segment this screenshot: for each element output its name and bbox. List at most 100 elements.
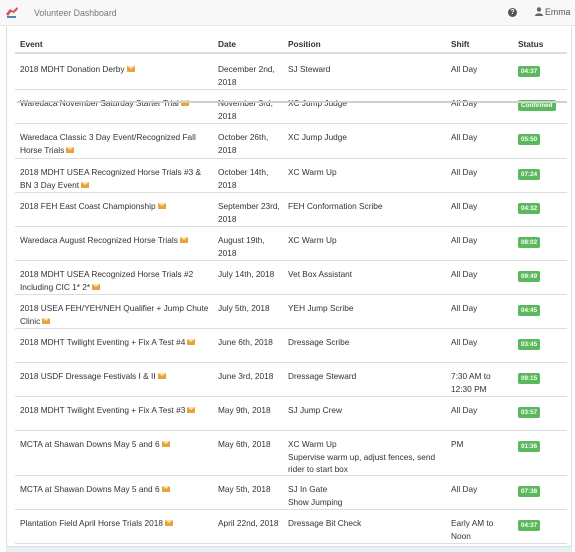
- column-header-status: Status: [518, 39, 544, 49]
- status-cell: 01:36: [518, 439, 541, 452]
- event-name[interactable]: 2018 MDHT USEA Recognized Horse Trials #…: [20, 167, 201, 190]
- mail-icon[interactable]: [161, 441, 170, 447]
- shift-cell: 7:30 AM to 12:30 PM: [451, 371, 491, 394]
- status-badge: 09:49: [518, 271, 541, 282]
- status-cell: 07:38: [518, 484, 541, 497]
- shift-cell: All Day: [451, 64, 478, 74]
- position-cell: FEH Conformation Scribe: [288, 200, 448, 213]
- event-cell: MCTA at Shawan Downs May 5 and 6: [20, 483, 210, 496]
- date-cell: May 6th, 2018: [218, 439, 271, 449]
- status-cell: 03:45: [518, 337, 541, 350]
- shift-cell: Early AM to Noon: [451, 518, 494, 541]
- status-badge: 04:37: [518, 66, 541, 77]
- brand-title[interactable]: Volunteer Dashboard: [34, 8, 117, 18]
- status-cell: 09:15: [518, 371, 541, 384]
- event-cell: Waredaca Classic 3 Day Event/Recognized …: [20, 131, 210, 156]
- help-icon[interactable]: ?: [508, 8, 517, 17]
- date-cell: December 2nd, 2018: [218, 64, 275, 87]
- event-cell: 2018 USEA FEH/YEH/NEH Qualifier + Jump C…: [20, 302, 210, 327]
- status-cell: 07:24: [518, 167, 541, 180]
- mail-icon[interactable]: [187, 407, 196, 413]
- mail-icon[interactable]: [161, 486, 170, 492]
- shift-cell: All Day: [451, 167, 478, 177]
- table-row: MCTA at Shawan Downs May 5 and 6 May 6th,…: [15, 431, 567, 476]
- position-cell: XC Warm Up: [288, 166, 448, 179]
- table-row: 2018 MDHT USEA Recognized Horse Trials #…: [15, 159, 567, 193]
- position-cell: Dressage Steward: [288, 370, 448, 383]
- position-note: Supervise warm up, adjust fences, send r…: [288, 451, 436, 475]
- date-cell: September 23rd, 2018: [218, 201, 280, 224]
- event-cell: Waredaca August Recognized Horse Trials: [20, 234, 210, 247]
- status-badge: 08:02: [518, 237, 541, 248]
- mail-icon[interactable]: [66, 146, 75, 153]
- date-cell: July 14th, 2018: [218, 269, 275, 279]
- shift-cell: All Day: [451, 484, 478, 494]
- event-name[interactable]: 2018 MDHT Donation Derby: [20, 64, 125, 74]
- position-name: XC Warm Up: [288, 235, 337, 245]
- event-cell: 2018 MDHT Twilight Eventing + Fix A Test…: [20, 404, 210, 417]
- date-cell: April 22nd, 2018: [218, 518, 279, 528]
- event-cell: Plantation Field April Horse Trials 2018: [20, 517, 210, 530]
- event-name[interactable]: Waredaca August Recognized Horse Trials: [20, 235, 178, 245]
- column-header-date: Date: [218, 39, 236, 49]
- status-badge: 07:24: [518, 169, 541, 180]
- status-badge: 01:36: [518, 441, 541, 452]
- mail-icon[interactable]: [157, 373, 166, 379]
- table-row: 2018 MDHT Twilight Eventing + Fix A Test…: [15, 329, 567, 363]
- status-cell: 04:45: [518, 303, 541, 316]
- position-name: Dressage Steward: [288, 371, 357, 381]
- user-menu[interactable]: Emma: [535, 7, 570, 17]
- date-cell: October 26th, 2018: [218, 132, 269, 155]
- date-cell: August 19th, 2018: [218, 235, 265, 258]
- status-cell: 08:02: [518, 235, 541, 248]
- status-cell: 04:37: [518, 518, 541, 531]
- event-name[interactable]: MCTA at Shawan Downs May 5 and 6: [20, 484, 160, 494]
- footer-strip: [6, 547, 572, 552]
- table-header: Event Date Position Shift Status: [15, 27, 567, 54]
- event-name[interactable]: Plantation Field April Horse Trials 2018: [20, 518, 163, 528]
- table-row: Waredaca Classic 3 Day Event/Recognized …: [15, 124, 567, 159]
- event-name[interactable]: 2018 MDHT USEA Recognized Horse Trials #…: [20, 269, 193, 292]
- position-cell: Dressage Scribe: [288, 336, 448, 349]
- event-name[interactable]: 2018 FEH East Coast Championship: [20, 201, 156, 211]
- event-name[interactable]: Waredaca Classic 3 Day Event/Recognized …: [20, 132, 196, 155]
- user-icon: [535, 7, 543, 16]
- event-cell: 2018 MDHT USEA Recognized Horse Trials #…: [20, 268, 210, 293]
- column-header-shift: Shift: [451, 39, 470, 49]
- mail-icon[interactable]: [157, 203, 166, 209]
- table-row: 2018 MDHT USEA Recognized Horse Trials #…: [15, 261, 567, 295]
- date-cell: July 5th, 2018: [218, 303, 270, 313]
- mail-icon[interactable]: [126, 66, 135, 72]
- event-name[interactable]: Waredaca November Saturday Starter Trial: [20, 98, 179, 108]
- position-note: Show Jumping: [288, 496, 343, 507]
- status-badge: 09:15: [518, 373, 541, 384]
- position-name: SJ In Gate: [288, 484, 328, 494]
- event-name[interactable]: 2018 MDHT Twilight Eventing + Fix A Test…: [20, 405, 185, 415]
- position-cell: Dressage Bit Check: [288, 517, 448, 530]
- event-name[interactable]: 2018 MDHT Twilight Eventing + Fix A Test…: [20, 337, 185, 347]
- position-cell: SJ Steward: [288, 63, 448, 76]
- position-name: XC Jump Judge: [288, 98, 348, 108]
- mail-icon[interactable]: [42, 317, 51, 324]
- position-cell: SJ Jump Crew: [288, 404, 448, 417]
- mail-icon[interactable]: [187, 339, 196, 345]
- status-badge: 04:45: [518, 305, 541, 316]
- position-name: Dressage Bit Check: [288, 518, 362, 528]
- volunteer-panel: Event Date Position Shift Status 2018 MD…: [6, 27, 572, 547]
- table-row: MCTA at Shawan Downs May 5 and 6 May 5th,…: [15, 476, 567, 510]
- position-name: XC Warm Up: [288, 167, 337, 177]
- logo-icon[interactable]: [4, 4, 20, 20]
- mail-icon[interactable]: [179, 237, 188, 243]
- mail-icon[interactable]: [164, 520, 173, 526]
- date-cell: May 5th, 2018: [218, 484, 271, 494]
- shift-cell: All Day: [451, 132, 478, 142]
- event-name[interactable]: MCTA at Shawan Downs May 5 and 6: [20, 439, 160, 449]
- position-name: XC Warm Up: [288, 439, 337, 449]
- status-badge: 07:38: [518, 486, 541, 497]
- table-row: Waredaca August Recognized Horse Trials A…: [15, 227, 567, 261]
- mail-icon[interactable]: [92, 283, 101, 290]
- event-cell: Waredaca November Saturday Starter Trial: [20, 97, 210, 110]
- event-name[interactable]: 2018 USDF Dressage Festivals I & II: [20, 371, 156, 381]
- date-cell: June 6th, 2018: [218, 337, 273, 347]
- mail-icon[interactable]: [81, 181, 90, 188]
